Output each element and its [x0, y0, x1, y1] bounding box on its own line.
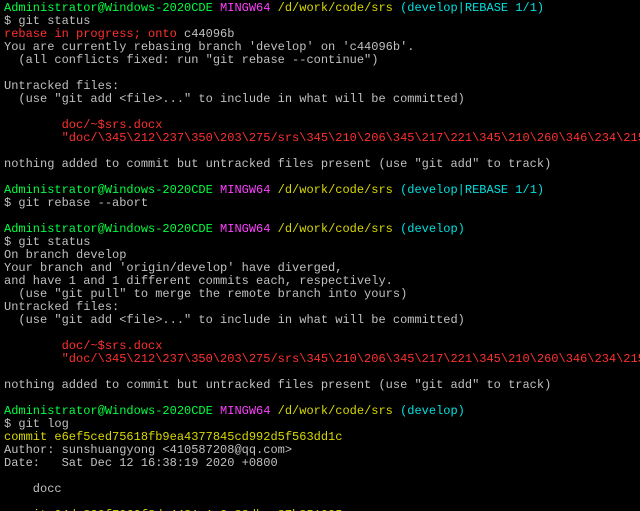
terminal-text: /d/work/code/srs: [270, 404, 392, 418]
terminal-text: (develop): [393, 404, 465, 418]
terminal-text: Administrator@Windows-2020CDE: [4, 222, 213, 236]
terminal-text: Author: sunshuangyong <410587208@qq.com>: [4, 443, 292, 457]
terminal-line: "doc/\345\212\237\350\203\275/srs\345\21…: [4, 353, 636, 366]
terminal-text: Untracked files:: [4, 79, 119, 93]
terminal-text: doc/~$srs.docx: [4, 118, 162, 132]
terminal-text: $ git status: [4, 14, 90, 28]
terminal-line: Date: Sat Dec 12 16:38:19 2020 +0800: [4, 457, 636, 470]
terminal-text: Untracked files:: [4, 300, 119, 314]
terminal-text: rebase in progress; onto: [4, 27, 184, 41]
terminal-text: /d/work/code/srs: [270, 1, 392, 15]
terminal-text: MINGW64: [213, 1, 271, 15]
terminal-text: (develop): [393, 222, 465, 236]
terminal-line: "doc/\345\212\237\350\203\275/srs\345\21…: [4, 132, 636, 145]
terminal-text: Administrator@Windows-2020CDE: [4, 404, 213, 418]
terminal-output: Administrator@Windows-2020CDE MINGW64 /d…: [0, 0, 640, 511]
terminal-text: Your branch and 'origin/develop' have di…: [4, 261, 342, 275]
terminal-text: c44096b: [184, 27, 234, 41]
terminal-line: (use "git add <file>..." to include in w…: [4, 314, 636, 327]
terminal-text: MINGW64: [213, 183, 271, 197]
terminal-text: and have 1 and 1 different commits each,…: [4, 274, 393, 288]
terminal-text: On branch develop: [4, 248, 126, 262]
terminal-line: $ git rebase --abort: [4, 197, 636, 210]
terminal-text: docc: [4, 482, 62, 496]
terminal-text: MINGW64: [213, 404, 271, 418]
terminal-text: $ git status: [4, 235, 90, 249]
terminal-text: (develop|REBASE 1/1): [393, 1, 544, 15]
terminal-text: $ git log: [4, 417, 69, 431]
terminal-text: Administrator@Windows-2020CDE: [4, 183, 213, 197]
terminal-line: (use "git add <file>..." to include in w…: [4, 93, 636, 106]
terminal-text: MINGW64: [213, 222, 271, 236]
terminal-line: nothing added to commit but untracked fi…: [4, 158, 636, 171]
terminal-line: Administrator@Windows-2020CDE MINGW64 /d…: [4, 405, 636, 418]
terminal-text: nothing added to commit but untracked fi…: [4, 157, 551, 171]
terminal-line: [4, 470, 636, 483]
terminal-text: (use "git add <file>..." to include in w…: [4, 313, 465, 327]
terminal-line: Administrator@Windows-2020CDE MINGW64 /d…: [4, 2, 636, 15]
terminal-text: "doc/\345\212\237\350\203\275/srs\345\21…: [4, 352, 640, 366]
terminal-text: "doc/\345\212\237\350\203\275/srs\345\21…: [4, 131, 640, 145]
terminal-text: nothing added to commit but untracked fi…: [4, 378, 551, 392]
terminal-text: (develop|REBASE 1/1): [393, 183, 544, 197]
terminal-line: nothing added to commit but untracked fi…: [4, 379, 636, 392]
terminal-line: (all conflicts fixed: run "git rebase --…: [4, 54, 636, 67]
terminal-text: (all conflicts fixed: run "git rebase --…: [4, 53, 378, 67]
terminal-line: Administrator@Windows-2020CDE MINGW64 /d…: [4, 223, 636, 236]
terminal-text: (use "git pull" to merge the remote bran…: [4, 287, 407, 301]
terminal-text: You are currently rebasing branch 'devel…: [4, 40, 414, 54]
terminal-text: $ git rebase --abort: [4, 196, 148, 210]
terminal-text: Date: Sat Dec 12 16:38:19 2020 +0800: [4, 456, 278, 470]
terminal-text: doc/~$srs.docx: [4, 339, 162, 353]
terminal-text: (use "git add <file>..." to include in w…: [4, 92, 465, 106]
terminal-text: Administrator@Windows-2020CDE: [4, 1, 213, 15]
terminal-text: commit e6ef5ced75618fb9ea4377845cd992d5f…: [4, 430, 342, 444]
terminal-text: /d/work/code/srs: [270, 183, 392, 197]
terminal-text: /d/work/code/srs: [270, 222, 392, 236]
terminal-line: docc: [4, 483, 636, 496]
